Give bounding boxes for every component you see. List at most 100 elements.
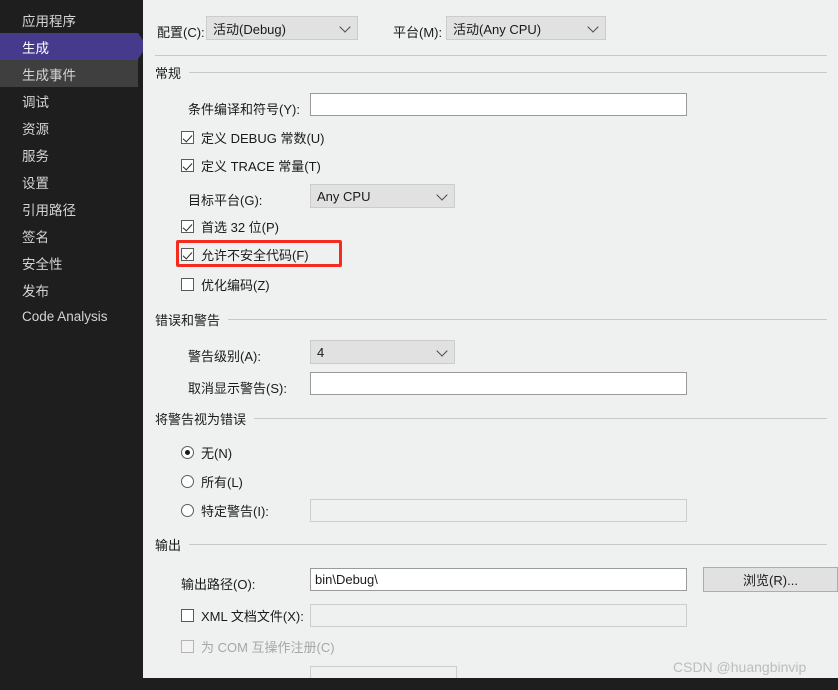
checkbox-box-icon xyxy=(181,130,194,144)
suppress-warnings-input[interactable] xyxy=(310,372,687,395)
group-line xyxy=(189,72,827,73)
conditional-symbols-label: 条件编译和符号(Y): xyxy=(188,102,300,117)
sidebar-item-label: 设置 xyxy=(22,175,49,191)
general-group-title: 常规 xyxy=(155,66,182,81)
sidebar-item-signing[interactable]: 签名 xyxy=(0,222,143,249)
optimize-code-label: 优化编码(Z) xyxy=(201,277,270,293)
browse-button-label: 浏览(R)... xyxy=(743,573,798,588)
output-path-label: 输出路径(O): xyxy=(181,577,256,592)
csdn-watermark: CSDN @huangbinvip xyxy=(673,659,807,675)
checkbox-box-icon xyxy=(181,608,194,622)
target-platform-value: Any CPU xyxy=(317,188,371,204)
output-group-title: 输出 xyxy=(155,538,182,553)
treat-warnings-none-label: 无(N) xyxy=(201,445,233,461)
allow-unsafe-code-label: 允许不安全代码(F) xyxy=(201,247,309,263)
sidebar-item-label: Code Analysis xyxy=(22,309,108,324)
errors-warnings-group-title: 错误和警告 xyxy=(155,313,221,328)
target-platform-combobox[interactable]: Any CPU xyxy=(310,184,455,208)
sidebar-item-application[interactable]: 应用程序 xyxy=(0,6,143,33)
project-properties-window: 应用程序 生成 生成事件 调试 资源 服务 设置 引用路径 签名 安全性 发布 … xyxy=(0,0,838,690)
sidebar-navigation: 应用程序 生成 生成事件 调试 资源 服务 设置 引用路径 签名 安全性 发布 … xyxy=(0,0,143,690)
sidebar-item-code-analysis[interactable]: Code Analysis xyxy=(0,303,143,330)
sidebar-item-settings[interactable]: 设置 xyxy=(0,168,143,195)
chevron-down-icon xyxy=(436,189,448,201)
configuration-label: 配置(C): xyxy=(157,25,205,40)
platform-label: 平台(M): xyxy=(393,25,443,40)
sidebar-item-security[interactable]: 安全性 xyxy=(0,249,143,276)
warning-level-combobox[interactable]: 4 xyxy=(310,340,455,364)
output-path-value: bin\Debug\ xyxy=(315,572,378,587)
sidebar-item-label: 服务 xyxy=(22,148,49,164)
sidebar-item-debug[interactable]: 调试 xyxy=(0,87,143,114)
checkbox-box-icon xyxy=(181,639,194,653)
treat-warnings-all-radio[interactable]: 所有(L) xyxy=(181,473,243,490)
xml-doc-file-checkbox[interactable]: XML 文档文件(X): xyxy=(181,607,304,624)
sidebar-item-build[interactable]: 生成 xyxy=(0,33,143,60)
radio-button-icon xyxy=(181,445,194,459)
top-divider xyxy=(155,55,827,56)
treat-warnings-specific-label: 特定警告(I): xyxy=(201,503,269,519)
bottom-bar xyxy=(143,678,838,690)
prefer-32bit-label: 首选 32 位(P) xyxy=(201,219,280,235)
treat-warnings-specific-radio[interactable]: 特定警告(I): xyxy=(181,502,269,519)
sidebar-item-build-events[interactable]: 生成事件 xyxy=(0,60,138,87)
define-trace-checkbox[interactable]: 定义 TRACE 常量(T) xyxy=(181,157,321,174)
sidebar-item-label: 签名 xyxy=(22,229,49,245)
sidebar-item-label: 发布 xyxy=(22,283,49,299)
allow-unsafe-code-checkbox[interactable]: 允许不安全代码(F) xyxy=(181,246,309,263)
sidebar-item-label: 引用路径 xyxy=(22,202,76,218)
group-line xyxy=(254,418,827,419)
sidebar-item-label: 生成事件 xyxy=(22,67,76,83)
checkbox-box-icon xyxy=(181,277,194,291)
platform-value: 活动(Any CPU) xyxy=(453,21,542,37)
output-group-header: 输出 xyxy=(155,535,827,554)
sidebar-item-reference-paths[interactable]: 引用路径 xyxy=(0,195,143,222)
errors-warnings-group-header: 错误和警告 xyxy=(155,310,827,329)
sidebar-item-label: 生成 xyxy=(22,40,49,56)
sidebar-item-label: 应用程序 xyxy=(22,13,76,29)
treat-warnings-all-label: 所有(L) xyxy=(201,474,243,490)
sidebar-item-label: 资源 xyxy=(22,121,49,137)
sidebar-item-services[interactable]: 服务 xyxy=(0,141,143,168)
group-line xyxy=(228,319,827,320)
treat-warnings-group-title: 将警告视为错误 xyxy=(155,412,247,427)
checkbox-box-icon xyxy=(181,158,194,172)
chevron-down-icon xyxy=(339,21,351,33)
chevron-down-icon xyxy=(436,345,448,357)
register-for-com-label: 为 COM 互操作注册(C) xyxy=(201,639,335,655)
optimize-code-checkbox[interactable]: 优化编码(Z) xyxy=(181,276,270,293)
configuration-value: 活动(Debug) xyxy=(213,21,286,37)
treat-warnings-group-header: 将警告视为错误 xyxy=(155,409,827,428)
warning-level-label: 警告级别(A): xyxy=(188,349,261,364)
target-platform-label: 目标平台(G): xyxy=(188,193,263,208)
general-group-header: 常规 xyxy=(155,63,827,82)
sidebar-item-label: 调试 xyxy=(22,94,49,110)
checkbox-box-icon xyxy=(181,219,194,233)
build-settings-pane: 配置(C): 活动(Debug) 平台(M): 活动(Any CPU) 常规 条… xyxy=(143,0,838,678)
output-path-input[interactable]: bin\Debug\ xyxy=(310,568,687,591)
xml-doc-file-input[interactable] xyxy=(310,604,687,627)
radio-button-icon xyxy=(181,474,194,488)
xml-doc-file-label: XML 文档文件(X): xyxy=(201,608,304,624)
prefer-32bit-checkbox[interactable]: 首选 32 位(P) xyxy=(181,218,280,235)
warning-level-value: 4 xyxy=(317,344,325,360)
sidebar-item-label: 安全性 xyxy=(22,256,63,272)
partially-visible-input[interactable] xyxy=(310,666,457,678)
define-trace-label: 定义 TRACE 常量(T) xyxy=(201,158,321,174)
define-debug-label: 定义 DEBUG 常数(U) xyxy=(201,130,325,146)
configuration-combobox[interactable]: 活动(Debug) xyxy=(206,16,358,40)
group-line xyxy=(189,544,827,545)
specific-warnings-input[interactable] xyxy=(310,499,687,522)
browse-button[interactable]: 浏览(R)... xyxy=(703,567,838,592)
sidebar-item-publish[interactable]: 发布 xyxy=(0,276,143,303)
register-for-com-checkbox: 为 COM 互操作注册(C) xyxy=(181,638,335,655)
checkbox-box-icon xyxy=(181,247,194,261)
suppress-warnings-label: 取消显示警告(S): xyxy=(188,381,287,396)
conditional-symbols-input[interactable] xyxy=(310,93,687,116)
chevron-down-icon xyxy=(587,21,599,33)
define-debug-checkbox[interactable]: 定义 DEBUG 常数(U) xyxy=(181,129,325,146)
treat-warnings-none-radio[interactable]: 无(N) xyxy=(181,444,233,461)
radio-button-icon xyxy=(181,503,194,517)
sidebar-item-resources[interactable]: 资源 xyxy=(0,114,143,141)
platform-combobox[interactable]: 活动(Any CPU) xyxy=(446,16,606,40)
